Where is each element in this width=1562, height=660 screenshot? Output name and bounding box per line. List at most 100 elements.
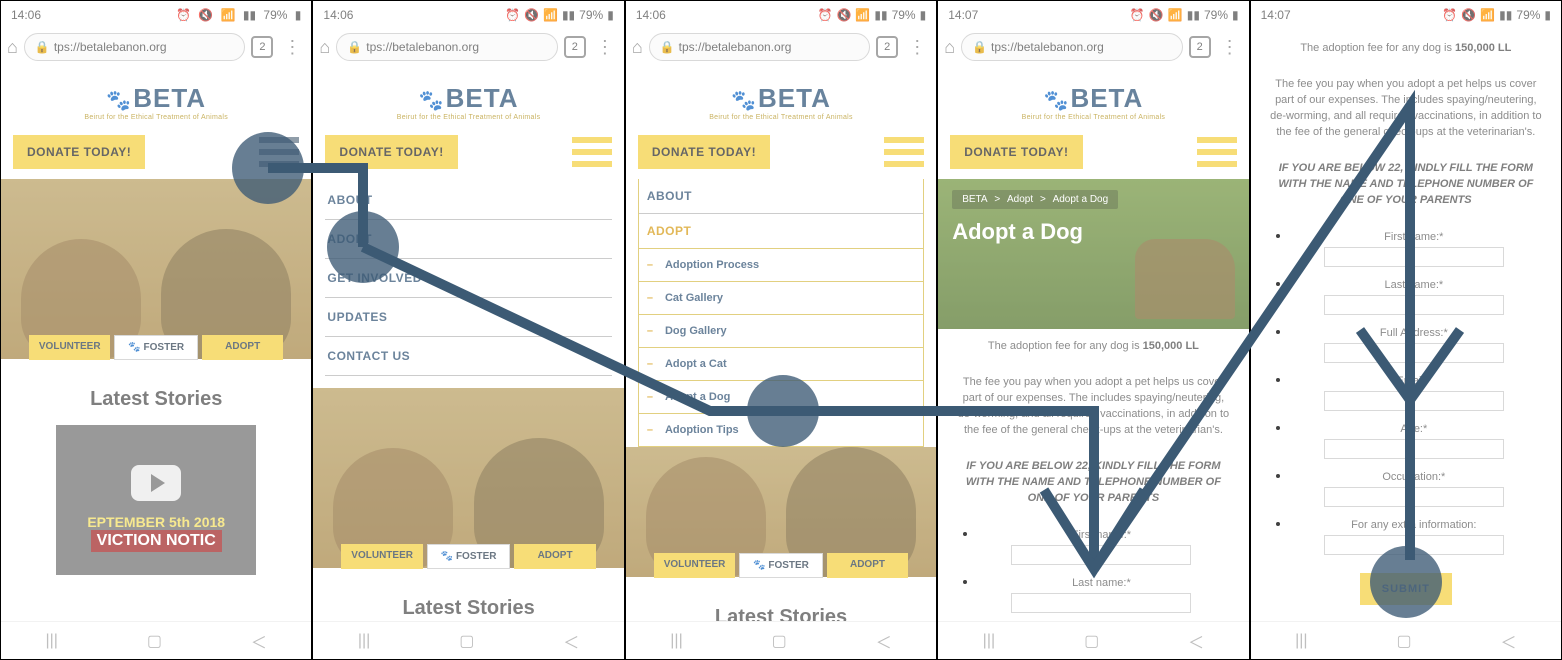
url-field[interactable]: 🔒 tps://betalebanon.org — [24, 33, 246, 61]
input-extra-info[interactable] — [1324, 535, 1504, 555]
input-last-name[interactable] — [1011, 593, 1191, 613]
input-address[interactable] — [1324, 343, 1504, 363]
home-button[interactable]: ▢ — [1084, 631, 1099, 651]
home-icon[interactable]: ⌂ — [944, 37, 955, 58]
menu-contact-us[interactable]: CONTACT US — [325, 337, 611, 376]
url-field[interactable]: 🔒tps://betalebanon.org — [336, 33, 558, 61]
battery-percent: 79% — [1516, 8, 1540, 22]
submit-button[interactable]: SUBMIT — [1360, 573, 1452, 605]
paw-icon: 🐾 — [1044, 90, 1069, 112]
site-logo[interactable]: 🐾BETA Beirut for the Ethical Treatment o… — [638, 83, 924, 121]
pill-volunteer[interactable]: VOLUNTEER — [29, 335, 110, 360]
home-button[interactable]: ▢ — [772, 631, 787, 651]
back-button[interactable]: ＜ — [563, 629, 579, 653]
back-button[interactable]: ＜ — [1188, 629, 1204, 653]
tab-count[interactable]: 2 — [251, 36, 273, 58]
pill-volunteer[interactable]: VOLUNTEER — [654, 553, 735, 578]
donate-button[interactable]: DONATE TODAY! — [638, 135, 770, 169]
breadcrumb[interactable]: BETA > Adopt > Adopt a Dog — [952, 190, 1118, 209]
menu-about[interactable]: ABOUT — [325, 181, 611, 220]
overflow-menu-icon[interactable]: ⋮ — [904, 37, 930, 58]
input-email[interactable] — [1324, 391, 1504, 411]
recents-button[interactable]: ||| — [983, 632, 995, 650]
battery-icon: ▮ — [1544, 8, 1551, 22]
submenu-adoption-tips[interactable]: –Adoption Tips — [639, 414, 923, 446]
home-icon[interactable]: ⌂ — [7, 37, 18, 58]
logo-subtitle: Beirut for the Ethical Treatment of Anim… — [638, 114, 924, 121]
submenu-cat-gallery[interactable]: –Cat Gallery — [639, 282, 923, 315]
url-field[interactable]: 🔒tps://betalebanon.org — [649, 33, 871, 61]
fee-paragraph: The fee you pay when you adopt a pet hel… — [950, 365, 1236, 449]
menu-about[interactable]: ABOUT — [639, 179, 923, 214]
menu-get-involved[interactable]: GET INVOLVED — [325, 259, 611, 298]
adoption-form: First name:* Last name:* Full Address:* … — [1263, 227, 1549, 555]
home-button[interactable]: ▢ — [459, 631, 474, 651]
story-line-2: VICTION NOTIC — [91, 530, 222, 552]
menu-updates[interactable]: UPDATES — [325, 298, 611, 337]
pill-foster[interactable]: 🐾 FOSTER — [739, 553, 822, 578]
lock-icon: 🔒 — [660, 40, 675, 54]
pill-foster[interactable]: 🐾 FOSTER — [114, 335, 197, 360]
hamburger-menu-icon[interactable] — [259, 137, 299, 167]
pill-volunteer[interactable]: VOLUNTEER — [341, 544, 422, 569]
alarm-icon: ⏰ — [818, 8, 833, 22]
android-nav-bar: ||| ▢ ＜ — [626, 621, 936, 659]
url-text: tps://betalebanon.org — [366, 40, 479, 54]
overflow-menu-icon[interactable]: ⋮ — [592, 37, 618, 58]
site-logo[interactable]: 🐾BETA Beirut for the Ethical Treatment o… — [13, 83, 299, 121]
pill-adopt[interactable]: ADOPT — [827, 553, 908, 578]
clock: 14:06 — [636, 8, 666, 22]
recents-button[interactable]: ||| — [358, 632, 370, 650]
tab-count[interactable]: 2 — [564, 36, 586, 58]
overflow-menu-icon[interactable]: ⋮ — [1217, 37, 1243, 58]
donate-button[interactable]: DONATE TODAY! — [325, 135, 457, 169]
play-icon[interactable] — [131, 465, 181, 501]
home-icon[interactable]: ⌂ — [632, 37, 643, 58]
hero-image — [1, 179, 311, 359]
donate-button[interactable]: DONATE TODAY! — [13, 135, 145, 169]
recents-button[interactable]: ||| — [670, 632, 682, 650]
menu-adopt-expanded[interactable]: ADOPT — [639, 214, 923, 249]
recents-button[interactable]: ||| — [1295, 632, 1307, 650]
back-button[interactable]: ＜ — [1501, 629, 1517, 653]
dog-image — [1135, 239, 1235, 319]
android-status-bar: 14:06 ⏰🔇📶▮▮79%▮ — [626, 1, 936, 29]
clock: 14:06 — [323, 8, 353, 22]
site-logo[interactable]: 🐾BETA Beirut for the Ethical Treatment o… — [325, 83, 611, 121]
tab-count[interactable]: 2 — [1189, 36, 1211, 58]
status-icons: ⏰🔇📶▮▮79%▮ — [501, 8, 614, 22]
url-text: tps://betalebanon.org — [54, 40, 167, 54]
home-icon[interactable]: ⌂ — [319, 37, 330, 58]
input-occupation[interactable] — [1324, 487, 1504, 507]
recents-button[interactable]: ||| — [45, 632, 57, 650]
home-button[interactable]: ▢ — [147, 631, 162, 651]
paw-icon: 🐾 — [731, 90, 756, 112]
site-logo[interactable]: 🐾BETA Beirut for the Ethical Treatment o… — [950, 83, 1236, 121]
label-last-name: Last name:* — [978, 577, 1224, 589]
pill-adopt[interactable]: ADOPT — [202, 335, 283, 360]
battery-icon: ▮ — [920, 8, 927, 22]
home-button[interactable]: ▢ — [1396, 631, 1411, 651]
submenu-adopt-a-dog[interactable]: –Adopt a Dog — [639, 381, 923, 414]
hamburger-menu-icon[interactable] — [572, 137, 612, 167]
story-video-card[interactable]: EPTEMBER 5th 2018 VICTION NOTIC — [56, 425, 256, 575]
input-first-name[interactable] — [1324, 247, 1504, 267]
back-button[interactable]: ＜ — [876, 629, 892, 653]
url-field[interactable]: 🔒tps://betalebanon.org — [961, 33, 1183, 61]
input-last-name[interactable] — [1324, 295, 1504, 315]
submenu-adoption-process[interactable]: –Adoption Process — [639, 249, 923, 282]
input-first-name[interactable] — [1011, 545, 1191, 565]
donate-button[interactable]: DONATE TODAY! — [950, 135, 1082, 169]
hamburger-menu-icon[interactable] — [1197, 137, 1237, 167]
tab-count[interactable]: 2 — [876, 36, 898, 58]
latest-stories-heading: Latest Stories — [13, 388, 299, 411]
submenu-adopt-a-cat[interactable]: –Adopt a Cat — [639, 348, 923, 381]
input-age[interactable] — [1324, 439, 1504, 459]
hamburger-menu-icon[interactable] — [884, 137, 924, 167]
submenu-dog-gallery[interactable]: –Dog Gallery — [639, 315, 923, 348]
menu-adopt[interactable]: ADOPT — [325, 220, 611, 259]
pill-adopt[interactable]: ADOPT — [514, 544, 595, 569]
pill-foster[interactable]: 🐾 FOSTER — [427, 544, 510, 569]
back-button[interactable]: ＜ — [251, 629, 267, 653]
overflow-menu-icon[interactable]: ⋮ — [279, 37, 305, 58]
